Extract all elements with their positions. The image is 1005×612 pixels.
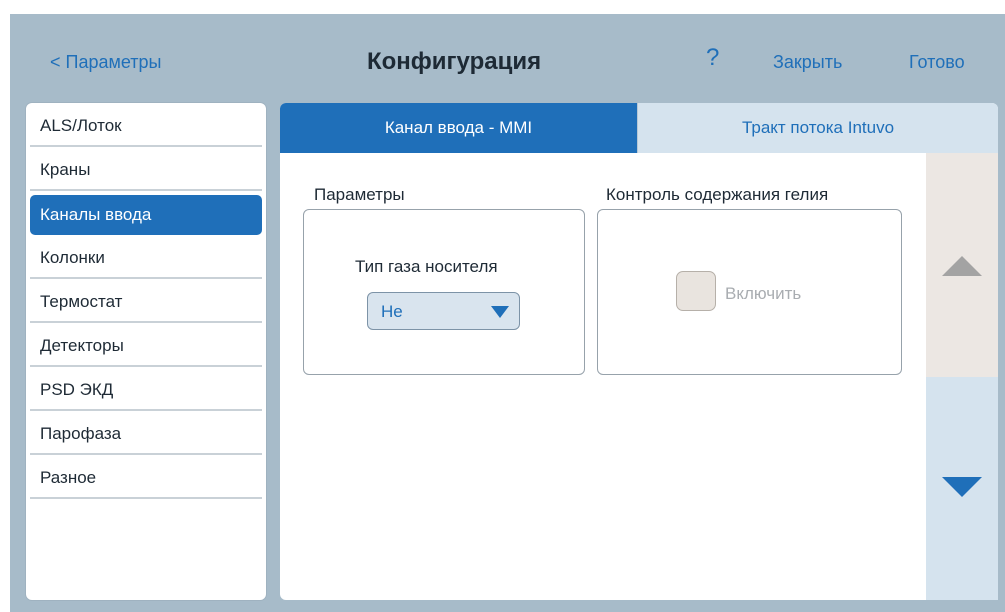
page-title: Конфигурация — [367, 48, 542, 75]
sidebar-item-detectors[interactable]: Детекторы — [30, 327, 262, 367]
sidebar-item-columns[interactable]: Колонки — [30, 239, 262, 279]
sidebar-item-headspace[interactable]: Парофаза — [30, 415, 262, 455]
sidebar-item-valves[interactable]: Краны — [30, 151, 262, 191]
sidebar-item-psd[interactable]: PSD ЭКД — [30, 371, 262, 411]
parameters-group-title: Параметры — [314, 185, 405, 204]
sidebar-item-oven[interactable]: Термостат — [30, 283, 262, 323]
tab-inlet-mmi[interactable]: Канал ввода - MMI — [280, 103, 637, 153]
help-button[interactable]: ? — [706, 44, 719, 72]
carrier-gas-value: He — [381, 302, 403, 321]
arrow-up-icon — [942, 256, 982, 276]
sidebar-item-als-tray[interactable]: ALS/Лоток — [30, 107, 262, 147]
sidebar-item-inlets[interactable]: Каналы ввода — [30, 195, 262, 235]
helium-group-title: Контроль содержания гелия — [606, 185, 829, 204]
done-button[interactable]: Готово — [909, 52, 965, 73]
chevron-down-icon — [491, 306, 509, 318]
carrier-gas-label: Тип газа носителя — [355, 257, 498, 276]
close-button[interactable]: Закрыть — [773, 52, 842, 73]
helium-enable-label: Включить — [725, 284, 802, 303]
scroll-down-button[interactable] — [926, 377, 998, 600]
scroll-up-button[interactable] — [926, 153, 998, 377]
helium-enable-checkbox[interactable] — [676, 271, 716, 311]
sidebar-item-misc[interactable]: Разное — [30, 459, 262, 499]
carrier-gas-select[interactable]: He — [367, 292, 520, 330]
sidebar: ALS/Лоток Краны Каналы ввода Колонки Тер… — [26, 103, 266, 600]
arrow-down-icon — [942, 477, 982, 497]
tab-intuvo-flowpath[interactable]: Тракт потока Intuvo — [637, 103, 998, 153]
back-to-parameters-link[interactable]: < Параметры — [50, 52, 161, 73]
